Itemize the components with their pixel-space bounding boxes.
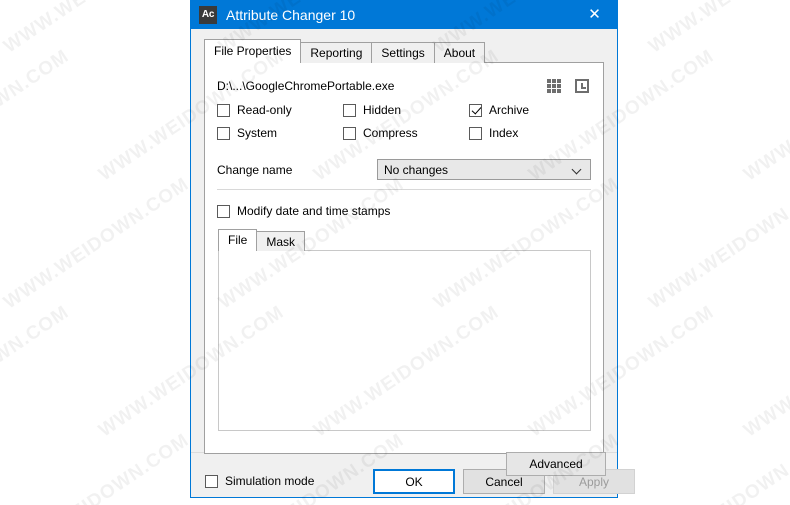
advanced-button[interactable]: Advanced [506, 452, 606, 476]
inner-tab-strip: File Mask [218, 229, 306, 251]
watermark-text: WWW.WEIDOWN.COM [740, 301, 790, 442]
checkbox-simulation-mode-label: Simulation mode [225, 474, 315, 488]
checkbox-archive[interactable]: Archive [469, 103, 587, 117]
watermark-text: WWW.WEIDOWN.COM [0, 173, 194, 314]
checkbox-compress-box [343, 126, 356, 140]
checkbox-archive-box [469, 103, 482, 117]
checkbox-compress-label: Compress [363, 126, 418, 140]
application-window: Ac Attribute Changer 10 ✕ File Propertie… [190, 0, 635, 498]
checkbox-archive-label: Archive [489, 103, 530, 117]
ok-button[interactable]: OK [373, 469, 455, 494]
chevron-down-icon [573, 165, 582, 174]
checkbox-hidden[interactable]: Hidden [343, 103, 469, 117]
change-name-dropdown[interactable]: No changes [377, 159, 591, 180]
checkbox-index-label: Index [489, 126, 519, 140]
checkbox-index-box [469, 126, 482, 140]
change-name-value: No changes [384, 162, 449, 177]
app-icon: Ac [199, 5, 217, 24]
file-properties-panel: D:\...\GoogleChromePortable.exe Read-onl… [204, 62, 606, 476]
checkbox-index[interactable]: Index [469, 126, 587, 140]
tab-file-properties[interactable]: File Properties [204, 39, 302, 63]
window-title: Attribute Changer 10 [226, 6, 356, 23]
checkbox-simulation-mode-box [205, 474, 218, 488]
tab-reporting[interactable]: Reporting [300, 42, 373, 63]
watermark-text: WWW.WEIDOWN.COM [645, 0, 790, 58]
inner-tab-mask[interactable]: Mask [256, 231, 306, 251]
watermark-text: WWW.WEIDOWN.COM [0, 429, 194, 505]
watermark-text: WWW.WEIDOWN.COM [740, 45, 790, 186]
checkbox-hidden-label: Hidden [363, 103, 402, 117]
grid-view-icon-glyph [547, 79, 561, 93]
checkbox-modify-stamps-box [217, 204, 230, 218]
inner-tab-file[interactable]: File [218, 229, 258, 251]
checkbox-simulation-mode[interactable]: Simulation mode [205, 474, 314, 488]
tab-strip: File Properties Reporting Settings About [204, 39, 486, 63]
watermark-text: WWW.WEIDOWN.COM [645, 429, 790, 505]
close-icon[interactable]: ✕ [572, 0, 617, 29]
grid-view-icon[interactable] [545, 77, 563, 95]
checkbox-read-only-box [217, 103, 230, 117]
watermark-text: WWW.WEIDOWN.COM [0, 45, 74, 186]
title-bar: Ac Attribute Changer 10 ✕ [191, 0, 617, 29]
checkbox-read-only[interactable]: Read-only [217, 103, 343, 117]
tab-about[interactable]: About [433, 42, 486, 63]
watermark-text: WWW.WEIDOWN.COM [0, 0, 194, 58]
clock-icon-glyph [575, 79, 589, 93]
checkbox-hidden-box [343, 103, 356, 117]
change-name-label: Change name [217, 162, 293, 177]
checkbox-modify-stamps[interactable]: Modify date and time stamps [217, 204, 390, 218]
watermark-text: WWW.WEIDOWN.COM [0, 301, 74, 442]
checkbox-system-box [217, 126, 230, 140]
checkbox-modify-stamps-label: Modify date and time stamps [237, 204, 391, 218]
path-row: D:\...\GoogleChromePortable.exe [217, 76, 591, 96]
inner-tab-panel [218, 250, 591, 431]
watermark-text: WWW.WEIDOWN.COM [645, 173, 790, 314]
change-name-row: Change name No changes [217, 159, 591, 180]
clock-icon[interactable] [573, 77, 591, 95]
checkbox-system[interactable]: System [217, 126, 343, 140]
file-path-label: D:\...\GoogleChromePortable.exe [217, 79, 395, 93]
client-area: File Properties Reporting Settings About… [191, 29, 635, 497]
checkbox-read-only-label: Read-only [237, 103, 292, 117]
attributes-grid: Read-only Hidden Archive System Compress [217, 103, 587, 140]
checkbox-system-label: System [237, 126, 278, 140]
checkbox-compress[interactable]: Compress [343, 126, 469, 140]
divider [217, 189, 591, 190]
tab-settings[interactable]: Settings [371, 42, 435, 63]
